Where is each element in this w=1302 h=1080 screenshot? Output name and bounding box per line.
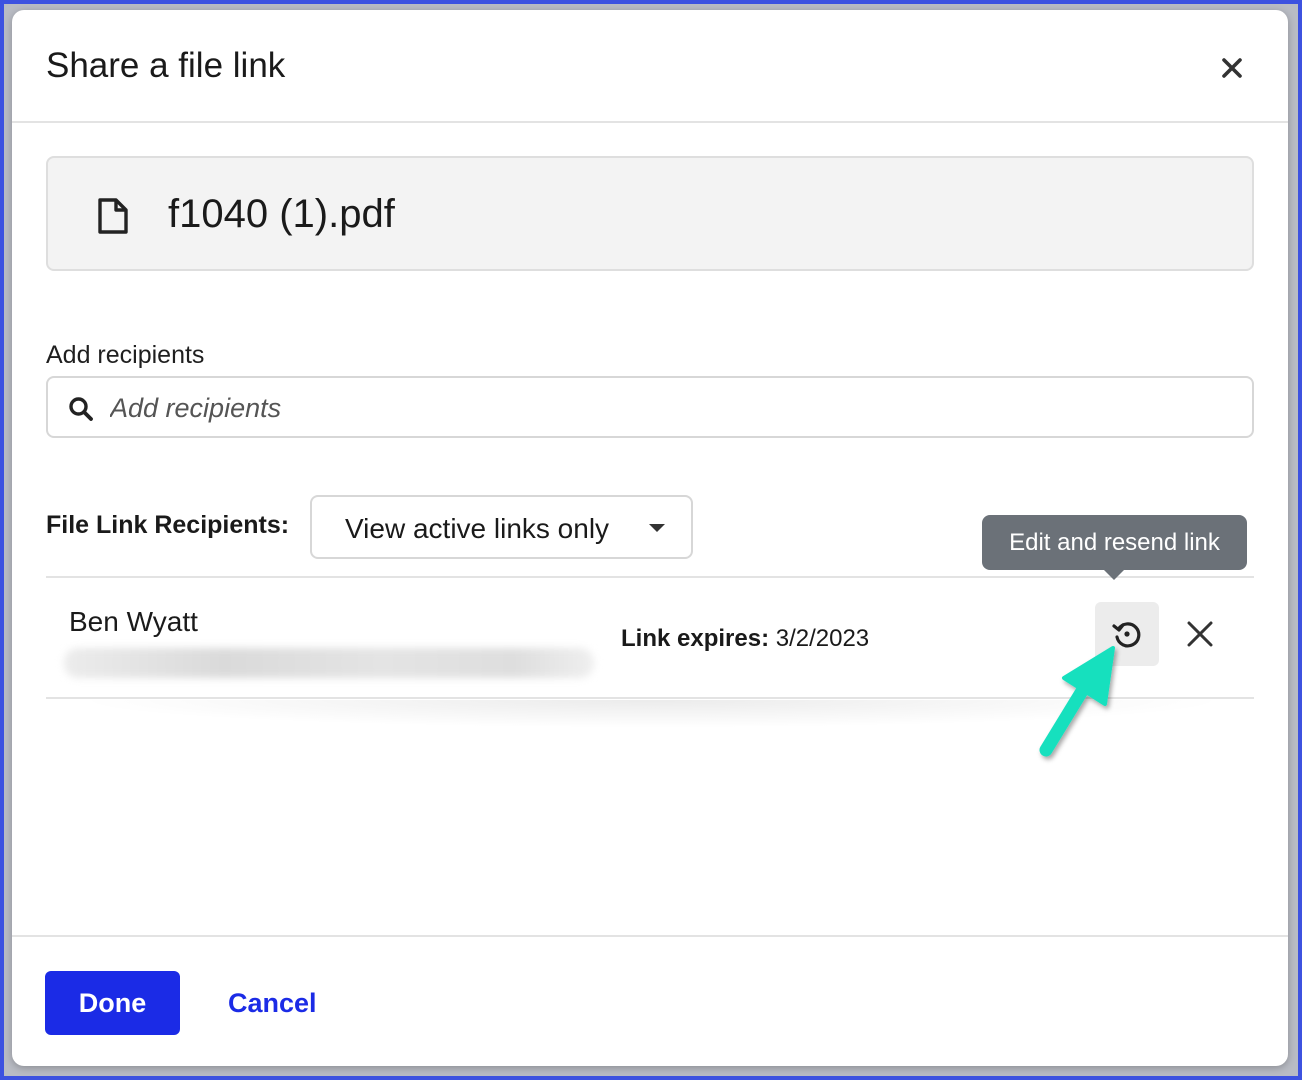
close-icon bbox=[1187, 621, 1213, 647]
dialog-header: Share a file link bbox=[12, 10, 1288, 123]
file-name: f1040 (1).pdf bbox=[168, 192, 395, 236]
caret-down-icon bbox=[649, 524, 665, 532]
link-expiry: Link expires: 3/2/2023 bbox=[621, 625, 869, 653]
link-expiry-date: 3/2/2023 bbox=[775, 625, 870, 652]
document-icon bbox=[98, 198, 128, 234]
link-filter-value: View active links only bbox=[345, 513, 610, 544]
add-recipients-field[interactable] bbox=[46, 376, 1254, 438]
remove-recipient-button[interactable] bbox=[1180, 614, 1220, 654]
done-button[interactable]: Done bbox=[45, 971, 180, 1035]
dialog-title: Share a file link bbox=[46, 46, 286, 85]
edit-resend-tooltip: Edit and resend link bbox=[982, 515, 1247, 580]
file-card: f1040 (1).pdf bbox=[46, 156, 1254, 271]
link-filter-dropdown[interactable]: View active links only bbox=[310, 495, 693, 559]
close-icon bbox=[1222, 58, 1242, 78]
close-button[interactable] bbox=[1216, 52, 1248, 84]
search-icon bbox=[69, 397, 93, 421]
add-recipients-label: Add recipients bbox=[46, 341, 205, 369]
add-recipients-input[interactable] bbox=[110, 386, 1230, 430]
file-link-recipients-label: File Link Recipients: bbox=[46, 511, 290, 539]
cancel-button[interactable]: Cancel bbox=[216, 971, 326, 1035]
callout-arrow-icon bbox=[1039, 646, 1115, 757]
dialog-footer: Done Cancel bbox=[12, 935, 1288, 1066]
recipient-email-redacted bbox=[64, 648, 594, 678]
link-expiry-label: Link expires: bbox=[621, 625, 770, 652]
recipient-name: Ben Wyatt bbox=[69, 606, 198, 637]
